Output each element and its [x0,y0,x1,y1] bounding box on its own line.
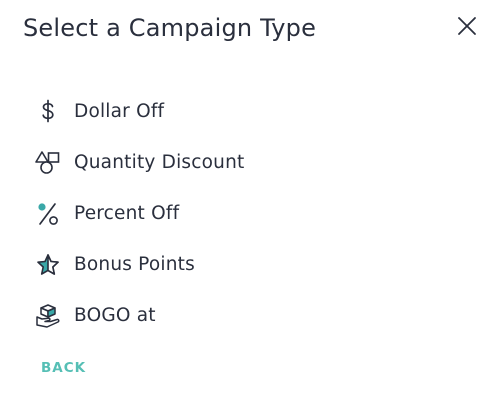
campaign-type-dialog: Select a Campaign Type Dollar Off Quanti… [0,0,497,408]
campaign-type-bogo-at[interactable]: BOGO at [34,290,454,341]
campaign-type-label: BOGO at [74,305,156,326]
close-button[interactable] [454,13,480,39]
campaign-type-label: Dollar Off [74,101,165,122]
dollar-sign-icon [34,98,62,126]
percent-icon [34,200,62,228]
campaign-type-list: Dollar Off Quantity Discount Percent Off… [34,86,454,341]
campaign-type-label: Percent Off [74,203,180,224]
box-in-hand-icon [34,302,62,330]
campaign-type-bonus-points[interactable]: Bonus Points [34,239,454,290]
campaign-type-label: Quantity Discount [74,152,245,173]
shapes-icon [34,149,62,177]
campaign-type-quantity-discount[interactable]: Quantity Discount [34,137,454,188]
back-button[interactable]: BACK [41,360,86,376]
campaign-type-percent-off[interactable]: Percent Off [34,188,454,239]
dialog-title: Select a Campaign Type [23,14,317,42]
star-icon [34,251,62,279]
close-icon [458,17,476,35]
campaign-type-dollar-off[interactable]: Dollar Off [34,86,454,137]
campaign-type-label: Bonus Points [74,254,195,275]
